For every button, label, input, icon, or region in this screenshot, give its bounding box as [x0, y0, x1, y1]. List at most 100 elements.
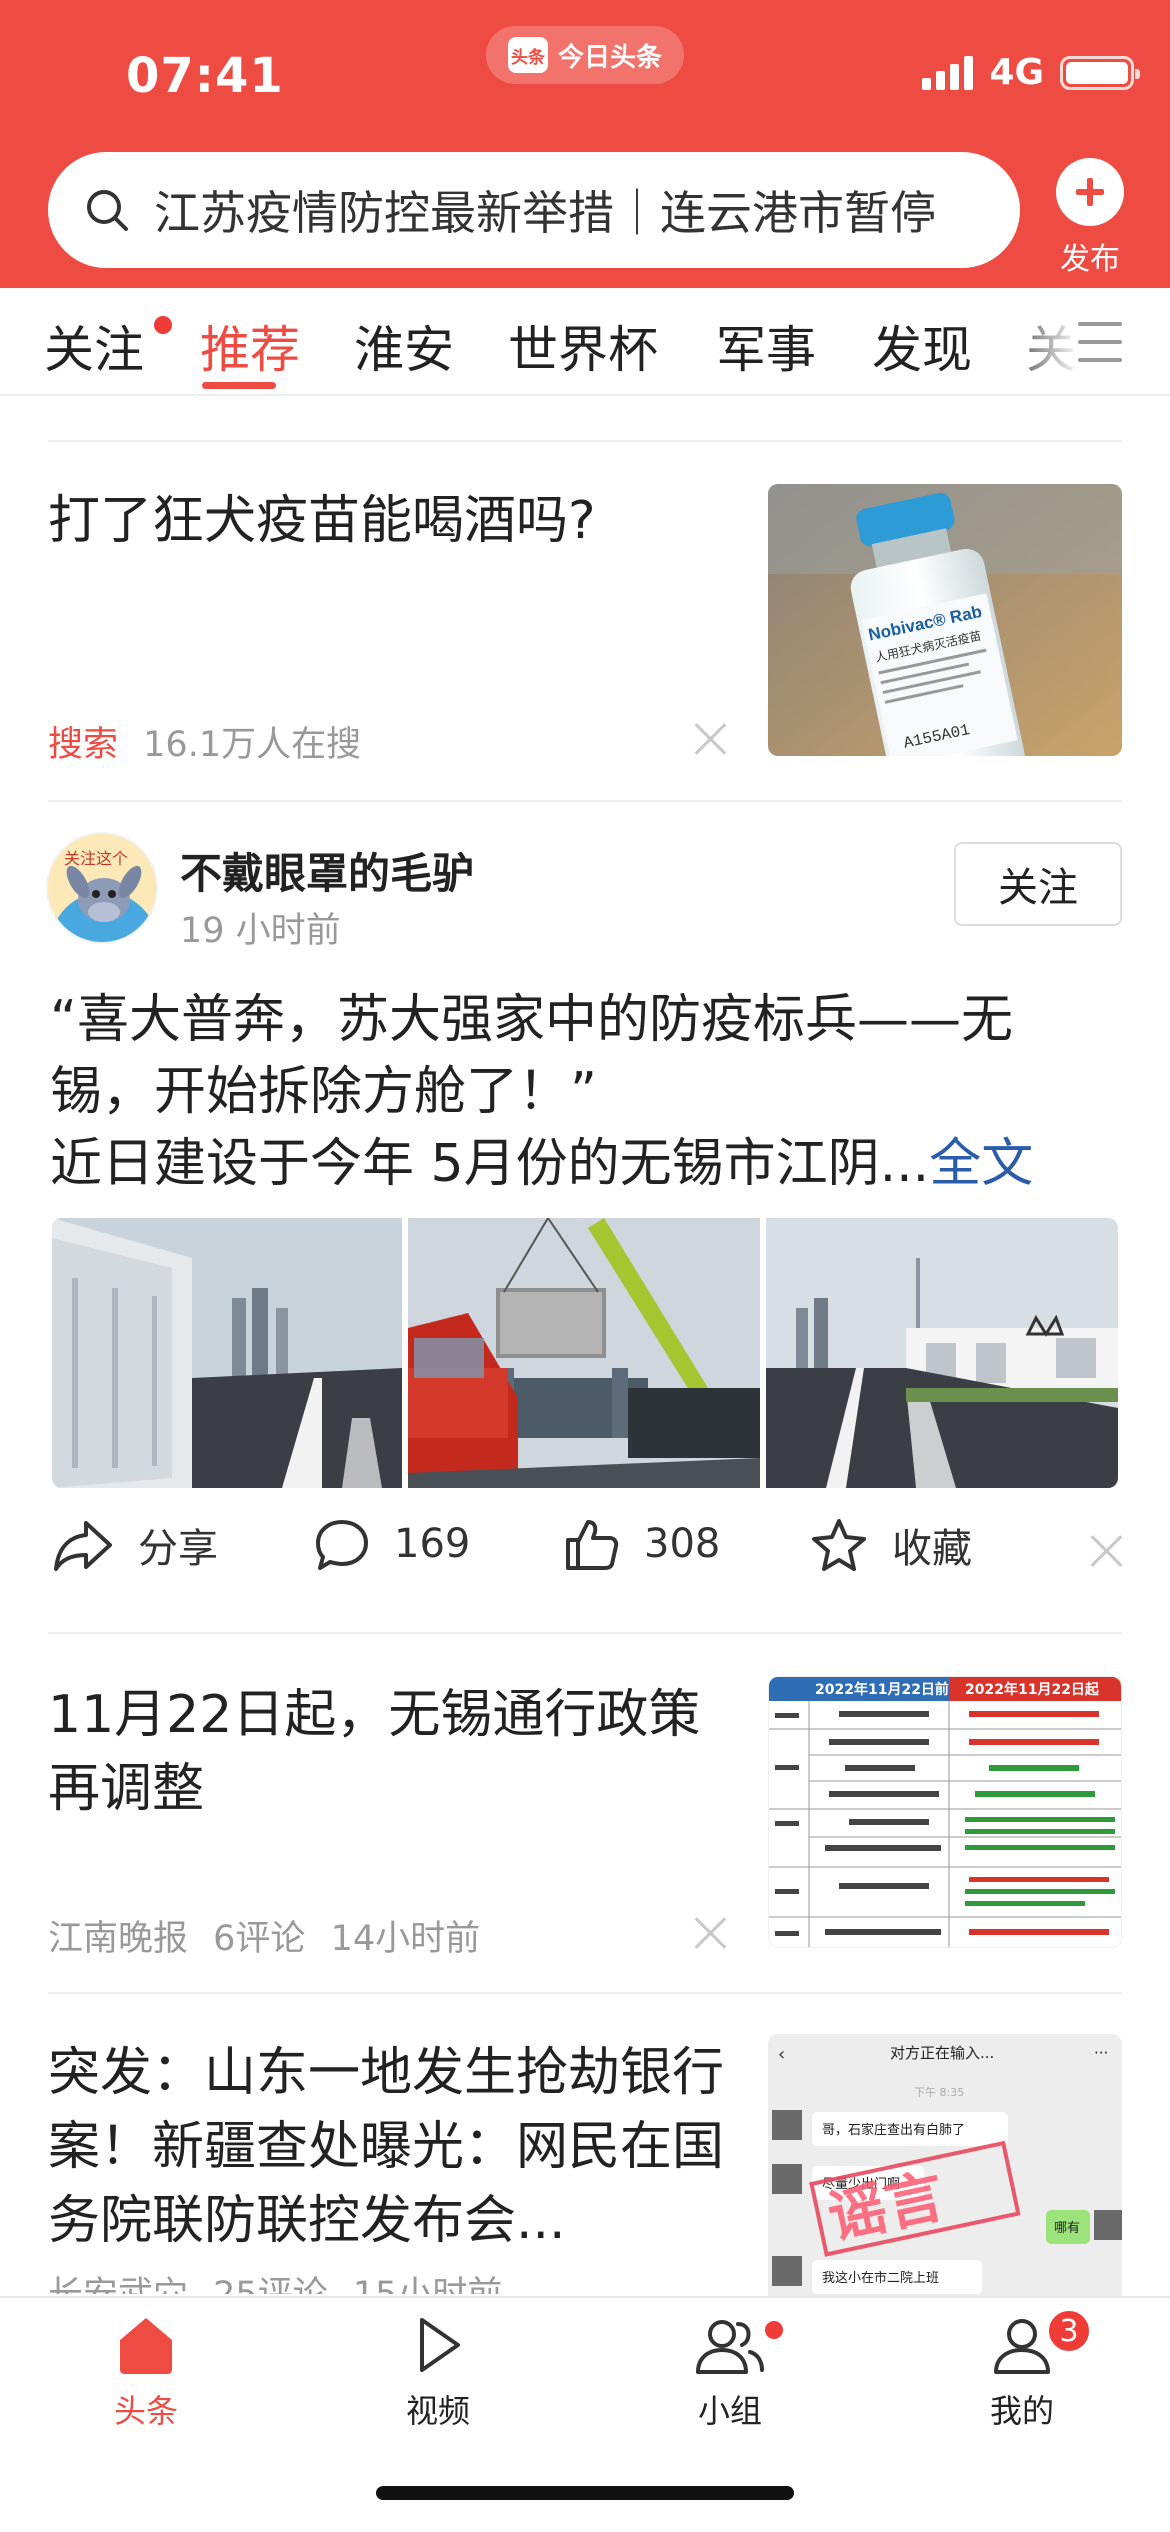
- svg-text:···: ···: [1094, 2044, 1108, 2062]
- group-icon: [696, 2320, 764, 2374]
- article-meta: 搜索 16.1万人在搜: [48, 716, 361, 767]
- profile-icon: [994, 2319, 1050, 2374]
- collect-button[interactable]: 收藏: [810, 1516, 972, 1574]
- table-col1-header: 2022年11月22日前: [815, 1681, 949, 1698]
- play-icon: [420, 2318, 460, 2372]
- share-button[interactable]: 分享: [52, 1516, 218, 1574]
- app-pill[interactable]: 头条 今日头条: [486, 26, 684, 84]
- tab-world-cup[interactable]: 世界杯: [508, 310, 658, 382]
- channel-tabs: 关注 推荐 淮安 世界杯 军事 发现 关: [0, 288, 1170, 396]
- vaccine-vial-image: Nobivac® Rab 人用狂犬病灭活疫苗 A155A01: [768, 484, 1122, 756]
- search-icon: [87, 190, 128, 231]
- follow-button[interactable]: 关注: [954, 842, 1122, 926]
- divider: [48, 800, 1122, 802]
- post-text[interactable]: “喜大普奔，苏大强家中的防疫标兵——无锡，开始拆除方舱了！” 近日建设于今年 5…: [50, 984, 1100, 1200]
- divider: [48, 440, 1122, 442]
- app-header: 07:41 头条 今日头条 4G 江苏疫情防控最新举措｜连云港市暂停 发布: [0, 0, 1170, 288]
- post-text-body: 近日建设于今年 5月份的无锡市江阴...: [50, 1134, 930, 1194]
- chat-screenshot-image: ‹ 对方正在输入... ··· 下午 8:35 哥，石家庄查出有白肺了 尽量少出…: [768, 2034, 1122, 2296]
- nav-label: 头条: [113, 2392, 178, 2430]
- nav-video[interactable]: 视频: [358, 2314, 518, 2432]
- article-comments: 6评论: [213, 1919, 306, 1959]
- like-button[interactable]: 308: [564, 1516, 720, 1572]
- chat-time: 下午 8:35: [914, 2086, 964, 2099]
- home-icon: [120, 2318, 172, 2374]
- dismiss-icon[interactable]: [694, 722, 728, 756]
- share-icon: [54, 1521, 112, 1571]
- publish-label: 发布: [1060, 242, 1120, 277]
- search-count: 16.1万人在搜: [143, 725, 362, 765]
- plus-icon: [1056, 158, 1124, 226]
- status-time: 07:41: [126, 48, 284, 104]
- article-title[interactable]: 打了狂犬疫苗能喝酒吗?: [48, 484, 728, 558]
- star-icon: [812, 1519, 866, 1571]
- dismiss-icon[interactable]: [1090, 1534, 1124, 1568]
- cabin-removal-image: [766, 1218, 1118, 1488]
- avatar[interactable]: 关注这个: [46, 832, 158, 944]
- comment-icon: [316, 1520, 368, 1570]
- tab-military[interactable]: 军事: [716, 310, 816, 382]
- article-time: 14小时前: [330, 1919, 481, 1959]
- search-tag: 搜索: [48, 725, 119, 765]
- search-suggestion: 江苏疫情防控最新举措｜连云港市暂停: [154, 186, 936, 240]
- divider: [48, 1992, 1122, 1994]
- share-label: 分享: [138, 1526, 218, 1572]
- nav-toutiao[interactable]: 头条: [66, 2314, 226, 2432]
- tab-fade: [1020, 288, 1080, 394]
- battery-icon: [1060, 55, 1140, 90]
- profile-badge: 3: [1046, 2308, 1092, 2354]
- thumbs-up-icon: [566, 1520, 619, 1570]
- policy-table-thumbnail[interactable]: 2022年11月22日前 2022年11月22日起: [768, 1676, 1122, 1948]
- policy-table-image: 2022年11月22日前 2022年11月22日起: [769, 1677, 1121, 1947]
- comment-button[interactable]: 169: [314, 1516, 470, 1572]
- tab-discover[interactable]: 发现: [872, 310, 972, 382]
- chat-title: 对方正在输入...: [890, 2044, 994, 2062]
- article-title[interactable]: 11月22日起，无锡通行政策再调整: [48, 1678, 738, 1826]
- nav-label: 我的: [989, 2392, 1054, 2430]
- chat-msg-1: 哥，石家庄查出有白肺了: [822, 2122, 965, 2138]
- avatar-caption: 关注这个: [64, 849, 128, 868]
- dismiss-icon[interactable]: [694, 1916, 728, 1950]
- nav-label: 小组: [697, 2392, 762, 2430]
- tab-huaian[interactable]: 淮安: [354, 310, 454, 382]
- collect-label: 收藏: [892, 1526, 972, 1572]
- tab-recommend[interactable]: 推荐: [200, 310, 300, 382]
- status-indicators: 4G: [922, 52, 1140, 93]
- avatar-donkey-image: 关注这个: [48, 834, 156, 942]
- article-comments: 25评论: [213, 2275, 328, 2294]
- vaccine-thumbnail[interactable]: Nobivac® Rab 人用狂犬病灭活疫苗 A155A01: [768, 484, 1122, 756]
- author-name[interactable]: 不戴眼罩的毛驴: [180, 840, 474, 901]
- home-indicator: [376, 2486, 794, 2500]
- group-notification-dot: [762, 2318, 786, 2342]
- post-image-2[interactable]: [408, 1218, 760, 1488]
- article-meta: 长安武穴 25评论 15小时前: [48, 2266, 502, 2294]
- search-bar[interactable]: 江苏疫情防控最新举措｜连云港市暂停: [48, 152, 1020, 268]
- nav-label: 视频: [405, 2392, 470, 2430]
- crane-truck-image: [408, 1218, 760, 1488]
- svg-text:‹: ‹: [778, 2044, 785, 2065]
- tab-follow-dot: [154, 316, 172, 334]
- comment-count: 169: [394, 1521, 471, 1567]
- network-type: 4G: [989, 52, 1044, 93]
- post-text-quote: “喜大普奔，苏大强家中的防疫标兵——无锡，开始拆除方舱了！”: [50, 990, 1013, 1122]
- chat-reply-fragment: 哪有: [1054, 2221, 1080, 2236]
- article-title[interactable]: 突发：山东一地发生抢劫银行案！新疆查处曝光：网民在国务院联防联控发布会...: [48, 2036, 738, 2258]
- post-image-1[interactable]: [52, 1218, 402, 1488]
- like-count: 308: [644, 1521, 721, 1567]
- publish-button[interactable]: 发布: [1054, 158, 1126, 278]
- rumor-chat-thumbnail[interactable]: ‹ 对方正在输入... ··· 下午 8:35 哥，石家庄查出有白肺了 尽量少出…: [768, 2034, 1122, 2296]
- cabin-road-image: [52, 1218, 402, 1488]
- article-source: 江南晚报: [48, 1919, 189, 1959]
- full-text-link[interactable]: 全文: [929, 1134, 1033, 1194]
- menu-icon[interactable]: [1078, 322, 1122, 362]
- nav-group[interactable]: 小组: [650, 2314, 810, 2432]
- tab-follow[interactable]: 关注: [44, 310, 144, 382]
- article-time: 15小时前: [353, 2275, 503, 2294]
- post-image-3[interactable]: [766, 1218, 1118, 1488]
- chat-msg-3: 我这小在市二院上班: [822, 2270, 939, 2286]
- nav-mine[interactable]: 我的 3: [942, 2308, 1102, 2432]
- active-tab-underline: [202, 382, 276, 389]
- divider: [48, 1632, 1122, 1634]
- toutiao-logo-icon: 头条: [508, 37, 548, 73]
- post-time: 19 小时前: [180, 911, 341, 951]
